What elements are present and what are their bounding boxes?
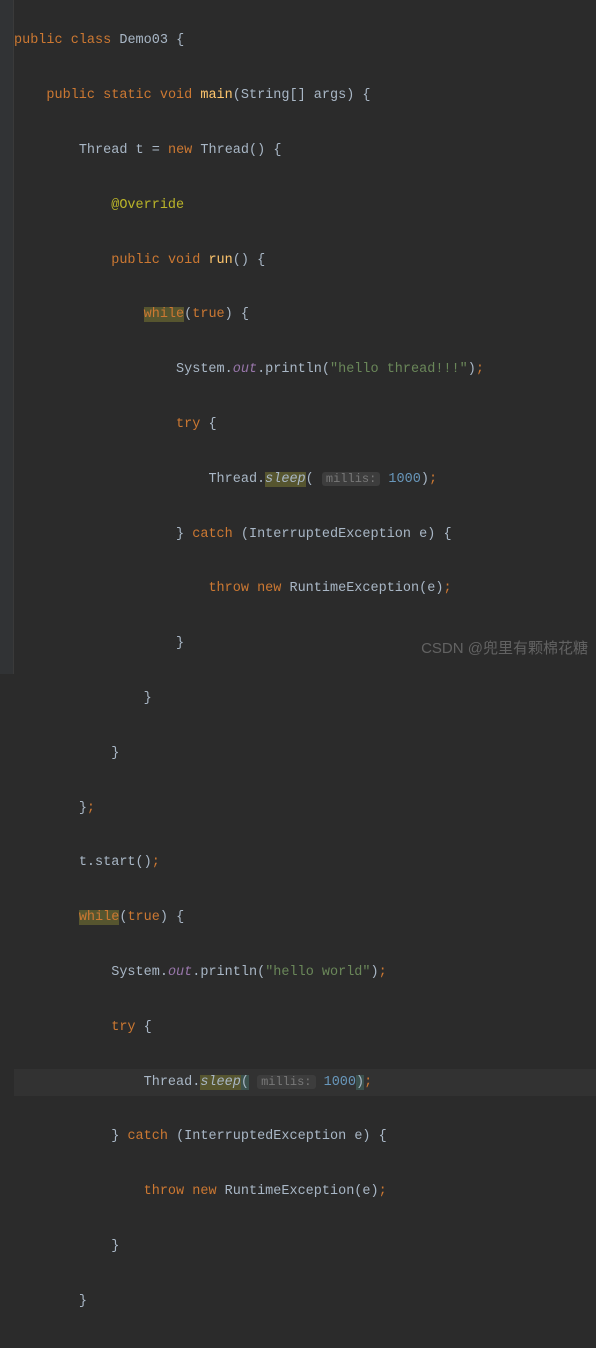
- code-line[interactable]: @Override: [14, 192, 596, 219]
- code-line[interactable]: System.out.println("hello thread!!!");: [14, 356, 596, 383]
- code-text-area[interactable]: public class Demo03 { public static void…: [14, 0, 596, 674]
- code-line[interactable]: Thread.sleep( millis: 1000);: [14, 466, 596, 493]
- code-line[interactable]: t.start();: [14, 849, 596, 876]
- code-line[interactable]: }: [14, 1233, 596, 1260]
- code-line[interactable]: } catch (InterruptedException e) {: [14, 521, 596, 548]
- code-line[interactable]: public class Demo03 {: [14, 27, 596, 54]
- code-line[interactable]: throw new RuntimeException(e);: [14, 1178, 596, 1205]
- code-line[interactable]: while(true) {: [14, 904, 596, 931]
- code-line[interactable]: }: [14, 740, 596, 767]
- code-line[interactable]: try {: [14, 1014, 596, 1041]
- code-line[interactable]: System.out.println("hello world");: [14, 959, 596, 986]
- code-editor[interactable]: public class Demo03 { public static void…: [0, 0, 596, 674]
- code-line[interactable]: Thread t = new Thread() {: [14, 137, 596, 164]
- param-hint: millis:: [322, 472, 380, 486]
- code-line[interactable]: try {: [14, 411, 596, 438]
- code-line[interactable]: public void run() {: [14, 247, 596, 274]
- code-line-current[interactable]: Thread.sleep( millis: 1000);: [14, 1069, 596, 1096]
- code-line[interactable]: } catch (InterruptedException e) {: [14, 1123, 596, 1150]
- code-line[interactable]: throw new RuntimeException(e);: [14, 575, 596, 602]
- code-line[interactable]: public static void main(String[] args) {: [14, 82, 596, 109]
- code-line[interactable]: };: [14, 795, 596, 822]
- gutter: [0, 0, 14, 674]
- param-hint: millis:: [257, 1075, 315, 1089]
- watermark: CSDN @兜里有颗棉花糖: [421, 635, 588, 662]
- code-line[interactable]: while(true) {: [14, 301, 596, 328]
- code-line[interactable]: }: [14, 685, 596, 712]
- code-line[interactable]: }: [14, 1288, 596, 1315]
